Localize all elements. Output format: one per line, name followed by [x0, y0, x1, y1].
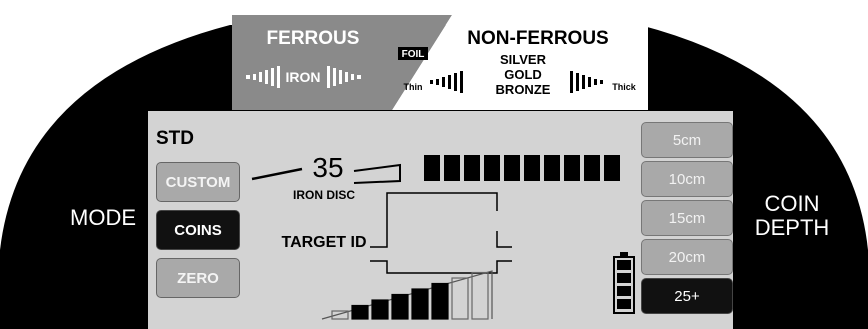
coin-depth-label-line2: DEPTH: [754, 215, 830, 240]
coin-depth-label-line1: COIN: [764, 191, 820, 216]
mode-label: MODE: [70, 205, 136, 230]
signal-segment: [604, 155, 620, 181]
depth-wedge-bars: [321, 270, 493, 320]
silver-label: SILVER: [500, 52, 547, 67]
mode-button-coins[interactable]: COINS: [156, 210, 240, 250]
std-mode-label[interactable]: STD: [152, 124, 244, 154]
disc-value: 35: [312, 152, 343, 183]
depth-bar: [371, 299, 389, 320]
battery-cell: [617, 273, 631, 283]
bronze-label: BRONZE: [496, 82, 551, 97]
disc-right-line: [353, 163, 401, 184]
signal-segment: [444, 155, 460, 181]
depth-bar: [471, 271, 489, 320]
depth-bar: [411, 288, 429, 320]
signal-segment: [504, 155, 520, 181]
depth-button-1[interactable]: 10cm: [641, 161, 733, 197]
thick-label: Thick: [612, 82, 637, 92]
disc-left-line: [251, 167, 303, 181]
battery-cell: [617, 260, 631, 270]
depth-bar: [351, 304, 369, 320]
center-display: 35 IRON DISC TARGET ID: [251, 152, 635, 320]
battery-icon: [613, 252, 635, 314]
foil-label: FOIL: [402, 49, 425, 60]
mode-button-zero[interactable]: ZERO: [156, 258, 240, 298]
gold-label: GOLD: [504, 67, 542, 82]
iron-label: IRON: [286, 69, 321, 85]
mode-button-custom[interactable]: CUSTOM: [156, 162, 240, 202]
thin-label: Thin: [404, 82, 423, 92]
depth-button-4[interactable]: 25+: [641, 278, 733, 314]
depth-button-2[interactable]: 15cm: [641, 200, 733, 236]
depth-bar: [391, 293, 409, 320]
signal-strength-bar: [424, 155, 620, 181]
signal-segment: [424, 155, 440, 181]
target-id-label: TARGET ID: [281, 234, 366, 251]
battery-cell: [617, 299, 631, 309]
ferrous-label: FERROUS: [267, 28, 360, 49]
signal-segment: [564, 155, 580, 181]
signal-segment: [464, 155, 480, 181]
depth-button-3[interactable]: 20cm: [641, 239, 733, 275]
target-id-box-left: [370, 192, 498, 248]
signal-segment: [584, 155, 600, 181]
depth-bar: [431, 282, 449, 320]
non-ferrous-label: NON-FERROUS: [467, 28, 608, 49]
disc-label: IRON DISC: [293, 188, 355, 202]
depth-button-0[interactable]: 5cm: [641, 122, 733, 158]
coin-depth-label: COIN DEPTH: [742, 192, 842, 240]
depth-bar: [451, 277, 469, 320]
signal-segment: [524, 155, 540, 181]
target-id-box-right: [496, 231, 512, 248]
battery-cell: [617, 286, 631, 296]
signal-segment: [544, 155, 560, 181]
signal-segment: [484, 155, 500, 181]
